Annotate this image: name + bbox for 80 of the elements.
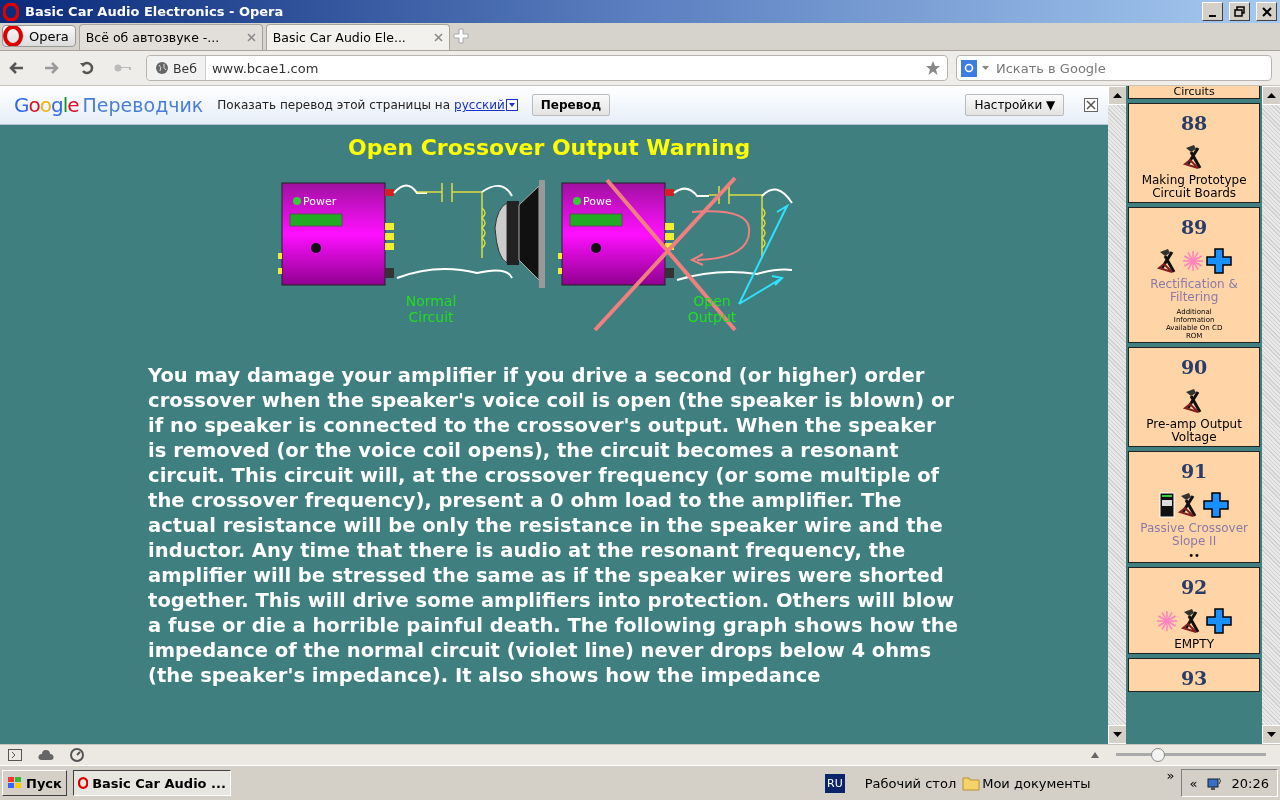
start-button[interactable]: Пуск: [2, 770, 67, 796]
language-indicator[interactable]: RU: [825, 773, 845, 793]
opera-logo-icon: [3, 2, 19, 21]
panel-toggle-icon[interactable]: [8, 749, 22, 761]
close-button[interactable]: [1256, 2, 1277, 21]
language-link[interactable]: русский: [454, 98, 505, 112]
toolbar-link[interactable]: Мои документы: [982, 775, 1091, 791]
opera-menu-button[interactable]: Opera: [2, 25, 76, 47]
tile-number: 90: [1180, 356, 1208, 378]
translate-button[interactable]: Перевод: [531, 94, 611, 116]
close-icon[interactable]: [1084, 98, 1099, 112]
page-scrollbar[interactable]: [1262, 86, 1280, 744]
globe-icon: [155, 61, 169, 75]
translate-prompt: Показать перевод этой страницы на: [217, 98, 451, 112]
opera-logo-icon: [77, 774, 89, 792]
tile-title: Making Prototype Circuit Boards: [1140, 174, 1248, 200]
plus-icon: [1206, 608, 1233, 634]
tile-title: Rectification & Filtering: [1149, 278, 1239, 304]
power-label: Powe: [582, 195, 612, 208]
sidebar-tile[interactable]: Circuits: [1128, 86, 1260, 99]
power-label: Power: [302, 195, 336, 208]
sidebar-scrollbar[interactable]: [1108, 86, 1127, 744]
opera-logo-icon: [3, 26, 23, 46]
tile-number: 91: [1180, 460, 1208, 482]
restore-icon: [1233, 6, 1246, 17]
spark-icon: [1182, 249, 1205, 273]
reload-icon[interactable]: [80, 61, 94, 75]
toolbar-link[interactable]: Рабочий стол: [864, 775, 957, 791]
folder-icon: [962, 775, 981, 791]
tile-number: 88: [1180, 112, 1208, 134]
spark-icon: [1156, 609, 1179, 633]
plus-icon: [1206, 248, 1233, 274]
scroll-up-icon[interactable]: [1262, 86, 1280, 105]
window-title: Basic Car Audio Electronics - Opera: [25, 4, 285, 19]
minimize-button[interactable]: [1202, 2, 1223, 21]
normal-circuit-label: Normal Circuit: [404, 293, 457, 325]
settings-button[interactable]: Настройки ▼: [965, 94, 1065, 116]
back-icon[interactable]: [8, 61, 24, 75]
url-text[interactable]: www.bcae1.com: [206, 60, 925, 76]
minimize-icon: [1209, 14, 1216, 17]
cloud-icon[interactable]: [38, 750, 54, 760]
speedometer-icon[interactable]: [70, 748, 84, 762]
star-icon[interactable]: [925, 60, 941, 76]
tile-number: 93: [1180, 667, 1208, 689]
sidebar-tile[interactable]: 92 EMPTY: [1128, 567, 1260, 654]
tray-toggle[interactable]: «: [1189, 775, 1198, 791]
google-logo: Google: [14, 93, 79, 117]
taskbar-window-button[interactable]: Basic Car Audio ...: [72, 770, 231, 796]
more-button[interactable]: »: [1166, 768, 1175, 783]
meter-icon: [1159, 492, 1176, 518]
tile-title: Pre-amp Output Voltage: [1145, 418, 1243, 444]
clock: 20:26: [1231, 775, 1269, 791]
tile-number: 89: [1180, 216, 1208, 238]
search-engine-icon[interactable]: [961, 59, 977, 77]
sidebar-tile[interactable]: 91 Passive Crossover Slope II ••: [1128, 451, 1260, 563]
tile-title: Passive Crossover Slope II: [1139, 522, 1250, 548]
zoom-icon[interactable]: [1090, 751, 1100, 759]
dropdown-icon[interactable]: [505, 99, 518, 111]
search-field[interactable]: Искать в Google: [956, 55, 1272, 81]
browser-tab[interactable]: Всё об автозвуке -...: [78, 24, 263, 50]
web-badge[interactable]: Веб: [147, 56, 206, 80]
scroll-down-icon[interactable]: [1262, 725, 1280, 744]
sidebar-tile[interactable]: 93: [1128, 658, 1260, 692]
sidebar-tile[interactable]: 90 Pre-amp Output Voltage: [1128, 347, 1260, 447]
sidebar-tile[interactable]: 88 Making Prototype Circuit Boards: [1128, 103, 1260, 203]
close-icon: [1261, 6, 1272, 17]
browser-tab[interactable]: Basic Car Audio Ele...: [265, 24, 450, 50]
network-icon[interactable]: [1205, 775, 1224, 791]
tile-title: EMPTY: [1174, 638, 1215, 651]
plus-icon: [1203, 492, 1230, 518]
windows-logo-icon: [7, 776, 23, 790]
zoom-slider-thumb[interactable]: [1150, 748, 1165, 762]
caret-icon[interactable]: [981, 65, 990, 71]
restore-button[interactable]: [1229, 2, 1250, 21]
tile-number: 92: [1180, 576, 1208, 598]
article-title: Open Crossover Output Warning: [348, 135, 751, 160]
tile-dots: ••: [1188, 552, 1200, 560]
translate-logo-text: Переводчик: [82, 94, 204, 116]
article-paragraph: You may damage your amplifier if you drive a second (or higher) order crossover when the speaker's voice coil is open (the speaker is blown) or if no speaker is connected to the crossover's output. When the speaker is removed (or the voice coil opens), the circuit becomes a resonant circuit. This circuit will, at the crossover frequency (or some multiple of the crossover frequency), present a 0 ohm load to the amplifier. The actual resistance will be only the resistance in the speaker wire and the inductor. Any time that there is audio at the resonant frequency, the amplifier will be stressed the same as if the speaker wires were shorted together. This will drive some amplifiers into protection. Others will blow a fuse or die a horrible painful death. The following graph shows how the impedance of the normal circuit (violet line) never drops below 4 ohms (the speaker's impedance). It also shows how the impedance: [148, 363, 959, 688]
close-icon[interactable]: [433, 33, 443, 42]
